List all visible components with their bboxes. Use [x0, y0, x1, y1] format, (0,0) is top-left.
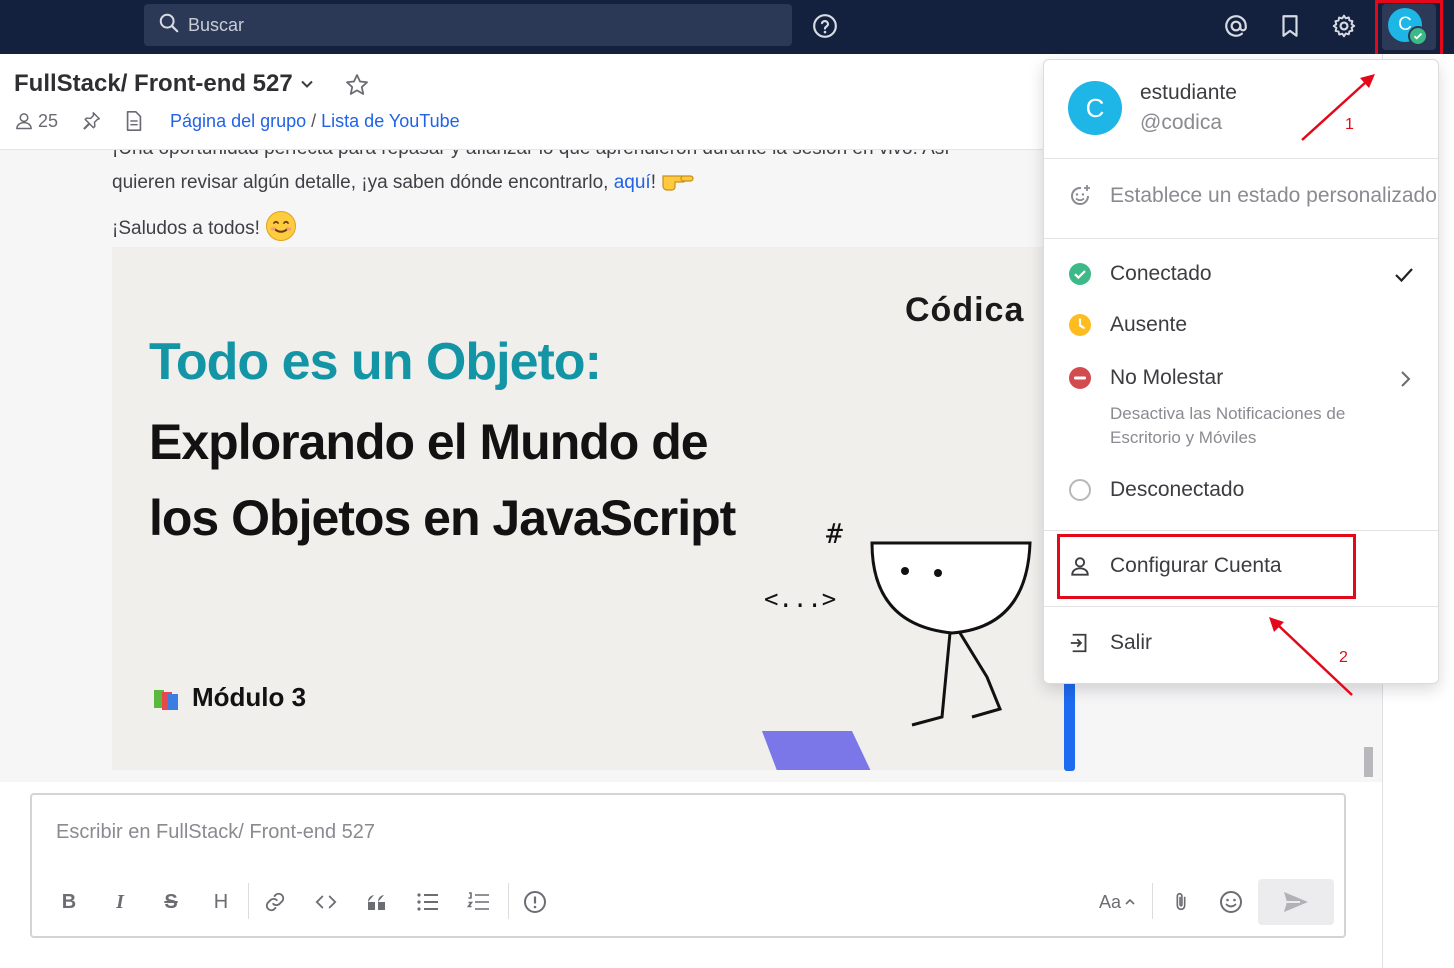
channel-meta: 25 Página del grupo / Lista de YouTube [14, 110, 460, 132]
search-icon [158, 12, 180, 39]
message-text: ¡Saludos a todos! [112, 218, 260, 240]
scrollbar[interactable] [1364, 747, 1373, 777]
help-icon[interactable] [810, 11, 840, 41]
menu-item-logout[interactable]: Salir [1068, 631, 1152, 655]
channel-title-text: FullStack/ Front-end 527 [14, 70, 293, 97]
text-size-button[interactable]: Aa [1094, 887, 1140, 917]
member-count-value: 25 [38, 110, 59, 131]
bookmark-icon[interactable] [1275, 11, 1305, 41]
pin-icon [83, 112, 101, 130]
menu-item-away[interactable]: Ausente [1068, 313, 1187, 337]
strikethrough-button[interactable]: S [156, 887, 186, 917]
code-glyph: <...> [764, 585, 836, 613]
send-button[interactable] [1258, 879, 1334, 925]
code-icon[interactable] [311, 887, 341, 917]
favorite-star-icon[interactable] [344, 72, 370, 103]
numbered-list-icon[interactable] [464, 887, 494, 917]
italic-button[interactable]: I [105, 887, 135, 917]
offline-status-icon [1068, 478, 1092, 502]
check-icon [1394, 266, 1414, 289]
pointing-hand-emoji-icon [661, 169, 695, 197]
quote-icon[interactable] [362, 887, 392, 917]
search-placeholder: Buscar [188, 14, 245, 35]
developer-illustration: # <...> [762, 517, 1032, 770]
emoji-icon[interactable] [1216, 887, 1246, 917]
member-count[interactable]: 25 [14, 111, 58, 132]
scroll-indicator [1064, 684, 1075, 771]
annotation-number-1: 1 [1345, 116, 1354, 133]
menu-divider [1044, 158, 1438, 159]
search-input[interactable]: Buscar [144, 4, 792, 46]
hash-glyph: # [826, 517, 843, 550]
chevron-up-icon [1125, 898, 1135, 905]
bulleted-list-icon[interactable] [413, 887, 443, 917]
youtube-list-link[interactable]: Lista de YouTube [321, 111, 459, 132]
text-size-label: Aa [1098, 891, 1122, 912]
online-status-icon [1068, 262, 1092, 286]
status-label: Ausente [1110, 313, 1188, 336]
dnd-description: Desactiva las Notificaciones de Escritor… [1110, 402, 1345, 450]
chevron-right-icon[interactable] [1399, 369, 1411, 394]
annotation-highlight-settings [1057, 534, 1356, 599]
profile-handle: @codica [1140, 111, 1223, 134]
menu-item-custom-status[interactable]: Establece un estado personalizado [1068, 184, 1437, 208]
formatting-toolbar: B I S H Aa [32, 879, 1344, 925]
menu-divider [1044, 606, 1438, 607]
logout-label: Salir [1110, 631, 1153, 654]
message-line: ¡Saludos a todos! [112, 210, 297, 248]
link-icon[interactable] [260, 887, 290, 917]
away-status-icon [1068, 313, 1092, 337]
pinned-button[interactable] [80, 110, 102, 132]
heading-button[interactable]: H [206, 887, 236, 917]
message-text: ! [650, 172, 656, 194]
smile-plus-icon [1068, 184, 1092, 208]
composer-placeholder: Escribir en FullStack/ Front-end 527 [56, 821, 376, 843]
toolbar-divider [248, 883, 249, 919]
status-label: Desconectado [1110, 478, 1245, 501]
dnd-status-icon [1068, 366, 1092, 390]
mention-icon[interactable] [1221, 11, 1251, 41]
channel-title[interactable]: FullStack/ Front-end 527 [14, 70, 315, 98]
bold-button[interactable]: B [54, 887, 84, 917]
message-text: quieren revisar algún detalle, ¡ya saben… [112, 172, 609, 194]
here-link[interactable]: aquí [614, 172, 651, 193]
menu-item-dnd[interactable]: No Molestar [1068, 366, 1223, 390]
link-separator: / [311, 110, 317, 131]
gear-icon[interactable] [1329, 11, 1359, 41]
annotation-number-2: 2 [1339, 649, 1348, 666]
files-button[interactable] [124, 110, 144, 132]
message-line: ¡Una oportunidad perfecta para repasar y… [112, 150, 950, 160]
message-composer[interactable]: Escribir en FullStack/ Front-end 527 B I… [30, 793, 1346, 938]
custom-status-label: Establece un estado personalizado [1110, 184, 1437, 207]
smiling-face-emoji-icon [265, 210, 297, 248]
logout-icon [1068, 631, 1092, 655]
toolbar-divider [1152, 883, 1153, 919]
menu-divider [1044, 530, 1438, 531]
status-label: No Molestar [1110, 366, 1224, 389]
attachment-icon[interactable] [1166, 887, 1196, 917]
toolbar-divider [508, 883, 509, 919]
file-icon [126, 111, 142, 131]
profile-avatar[interactable]: C [1068, 81, 1122, 135]
top-bar: Buscar C [0, 0, 1454, 54]
dnd-description-line: Escritorio y Móviles [1110, 428, 1257, 447]
profile-name: estudiante [1140, 81, 1237, 104]
image-attachment[interactable]: Códica Todo es un Objeto: Explorando el … [112, 247, 1064, 770]
menu-divider [1044, 238, 1438, 239]
send-icon [1284, 892, 1308, 912]
member-icon [16, 113, 32, 130]
message-line: quieren revisar algún detalle, ¡ya saben… [112, 169, 695, 197]
menu-item-offline[interactable]: Desconectado [1068, 478, 1244, 502]
status-label: Conectado [1110, 262, 1212, 285]
dnd-description-line: Desactiva las Notificaciones de [1110, 404, 1346, 423]
chevron-down-icon [301, 80, 313, 88]
priority-icon[interactable] [520, 887, 550, 917]
menu-item-online[interactable]: Conectado [1068, 262, 1212, 286]
group-page-link[interactable]: Página del grupo [170, 111, 306, 132]
